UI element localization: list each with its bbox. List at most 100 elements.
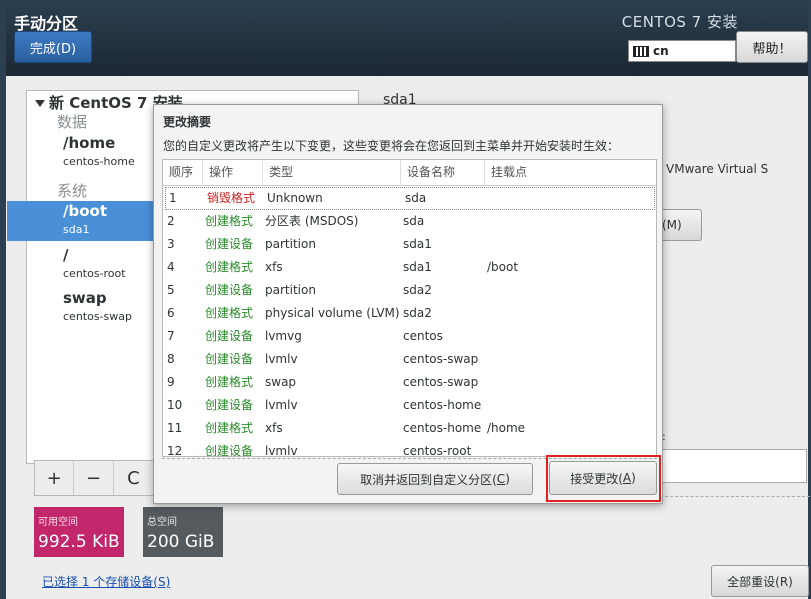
cell-device: centos-root	[403, 444, 472, 457]
column-header-mount[interactable]: 挂载点	[485, 160, 656, 186]
cell-device: sda2	[403, 283, 432, 297]
table-row[interactable]: 10 创建设备 lvmlv centos-home	[163, 394, 656, 417]
partition-toolbar: + − C	[34, 460, 154, 496]
accept-label-pre: 接受更改(	[570, 471, 623, 486]
mount-name: swap	[63, 289, 107, 307]
column-header-action[interactable]: 操作	[203, 160, 263, 186]
summary-of-changes-dialog: 更改摘要 您的自定义更改将产生以下变更，这些变更将会在您返回到主菜单并开始安装时…	[153, 104, 663, 504]
add-mount-button[interactable]: +	[35, 461, 75, 495]
reset-all-button[interactable]: 全部重设(R)	[711, 565, 809, 597]
label-input[interactable]	[660, 449, 807, 483]
expand-arrow-icon[interactable]	[35, 100, 45, 107]
dialog-description: 您的自定义更改将产生以下变更，这些变更将会在您返回到主菜单并开始安装时生效：	[163, 139, 620, 153]
table-header: 顺序 操作 类型 设备名称 挂载点	[163, 160, 656, 186]
table-body: 1 销毁格式 Unknown sda 2 创建格式 分区表 (MSDOS) sda 3 创建设备 p…	[163, 187, 656, 457]
accept-mnemonic: A	[622, 471, 632, 485]
keyboard-layout-indicator[interactable]: cn	[628, 40, 736, 62]
cell-type: xfs	[265, 260, 283, 274]
changes-table: 顺序 操作 类型 设备名称 挂载点 1 销毁格式 Unknown sda 2 创建格式 分区…	[162, 159, 657, 457]
cell-device: centos-home	[403, 398, 482, 412]
cell-order: 9	[167, 375, 175, 389]
table-row[interactable]: 7 创建设备 lvmvg centos	[163, 325, 656, 348]
cancel-return-button[interactable]: 取消并返回到自定义分区(C)	[337, 463, 533, 495]
available-space-label: 可用空间	[38, 517, 78, 528]
cell-order: 11	[167, 421, 183, 435]
cell-type: Unknown	[267, 191, 323, 205]
cell-order: 10	[167, 398, 183, 412]
cell-device: centos-swap	[403, 375, 479, 389]
mount-name: /home	[63, 134, 116, 152]
table-row[interactable]: 8 创建设备 lvmlv centos-swap	[163, 348, 656, 371]
cell-action: 创建设备	[205, 237, 254, 251]
cell-type: physical volume (LVM)	[265, 306, 400, 320]
table-row[interactable]: 11 创建格式 xfs centos-home/home	[163, 417, 656, 440]
refresh-button[interactable]: C	[114, 461, 153, 495]
cancel-label-post: )	[505, 472, 510, 486]
cell-order: 4	[167, 260, 175, 274]
table-row[interactable]: 1 销毁格式 Unknown sda	[165, 187, 655, 210]
cell-action: 创建设备	[205, 329, 254, 343]
table-row[interactable]: 6 创建格式 physical volume (LVM) sda2	[163, 302, 656, 325]
keyboard-icon	[633, 45, 649, 57]
table-row[interactable]: 4 创建格式 xfs sda1/boot	[163, 256, 656, 279]
product-title: CENTOS 7 安装	[621, 13, 738, 31]
cell-type: lvmlv	[265, 398, 298, 412]
cell-action: 创建设备	[205, 398, 254, 412]
table-row[interactable]: 5 创建设备 partition sda2	[163, 279, 656, 302]
cell-type: partition	[265, 237, 316, 251]
column-header-order[interactable]: 顺序	[163, 160, 203, 186]
cell-device: sda1	[403, 260, 432, 274]
cell-device: sda	[403, 214, 425, 228]
cell-device: centos	[403, 329, 443, 343]
cell-order: 12	[167, 444, 183, 457]
modify-button[interactable]: (M)	[660, 209, 702, 241]
column-header-device[interactable]: 设备名称	[401, 160, 485, 186]
divider	[660, 496, 810, 497]
total-space-box: 总空间 200 GiB	[143, 507, 223, 557]
done-button[interactable]: 完成(D)	[14, 31, 92, 63]
cell-mount: /boot	[487, 260, 519, 274]
table-row[interactable]: 9 创建格式 swap centos-swap	[163, 371, 656, 394]
help-button[interactable]: 帮助！	[736, 31, 808, 63]
cell-device: sda2	[403, 306, 432, 320]
device-description: VMware Virtual S	[666, 162, 769, 176]
mount-device: centos-swap	[63, 310, 132, 323]
group-label-data: 数据	[57, 113, 88, 131]
cell-device: sda1	[403, 237, 432, 251]
cell-order: 7	[167, 329, 175, 343]
mount-name: /boot	[63, 202, 107, 220]
cell-action: 创建设备	[205, 444, 254, 457]
cell-type: lvmlv	[265, 444, 298, 457]
mount-name: /	[63, 246, 69, 264]
column-header-type[interactable]: 类型	[263, 160, 401, 186]
total-space-value: 200 GiB	[147, 532, 215, 552]
accept-label-post: )	[631, 471, 636, 485]
remove-mount-button[interactable]: −	[74, 461, 114, 495]
accept-changes-button[interactable]: 接受更改(A)	[549, 461, 657, 495]
selected-storage-link[interactable]: 已选择 1 个存储设备(S)	[42, 573, 170, 590]
cell-type: xfs	[265, 421, 283, 435]
available-space-box: 可用空间 992.5 KiB	[34, 507, 124, 557]
keyboard-layout-label: cn	[653, 44, 669, 58]
cell-order: 6	[167, 306, 175, 320]
cell-type: swap	[265, 375, 297, 389]
cell-action: 创建格式	[205, 306, 254, 320]
mount-device: centos-home	[63, 155, 135, 168]
total-space-label: 总空间	[147, 517, 177, 528]
mount-device: sda1	[63, 223, 90, 236]
available-space-value: 992.5 KiB	[38, 532, 120, 552]
mount-device: centos-root	[63, 267, 126, 280]
cell-action: 创建格式	[205, 214, 254, 228]
table-row[interactable]: 3 创建设备 partition sda1	[163, 233, 656, 256]
cell-action: 创建格式	[205, 421, 254, 435]
cell-order: 8	[167, 352, 175, 366]
cell-order: 1	[169, 191, 177, 205]
cell-device: centos-swap	[403, 352, 479, 366]
cell-action: 创建格式	[205, 375, 254, 389]
dialog-title: 更改摘要	[163, 115, 212, 129]
cell-type: lvmlv	[265, 352, 298, 366]
group-label-system: 系统	[57, 182, 88, 200]
table-row[interactable]: 2 创建格式 分区表 (MSDOS) sda	[163, 210, 656, 233]
cell-order: 5	[167, 283, 175, 297]
cancel-mnemonic: C	[496, 472, 506, 486]
